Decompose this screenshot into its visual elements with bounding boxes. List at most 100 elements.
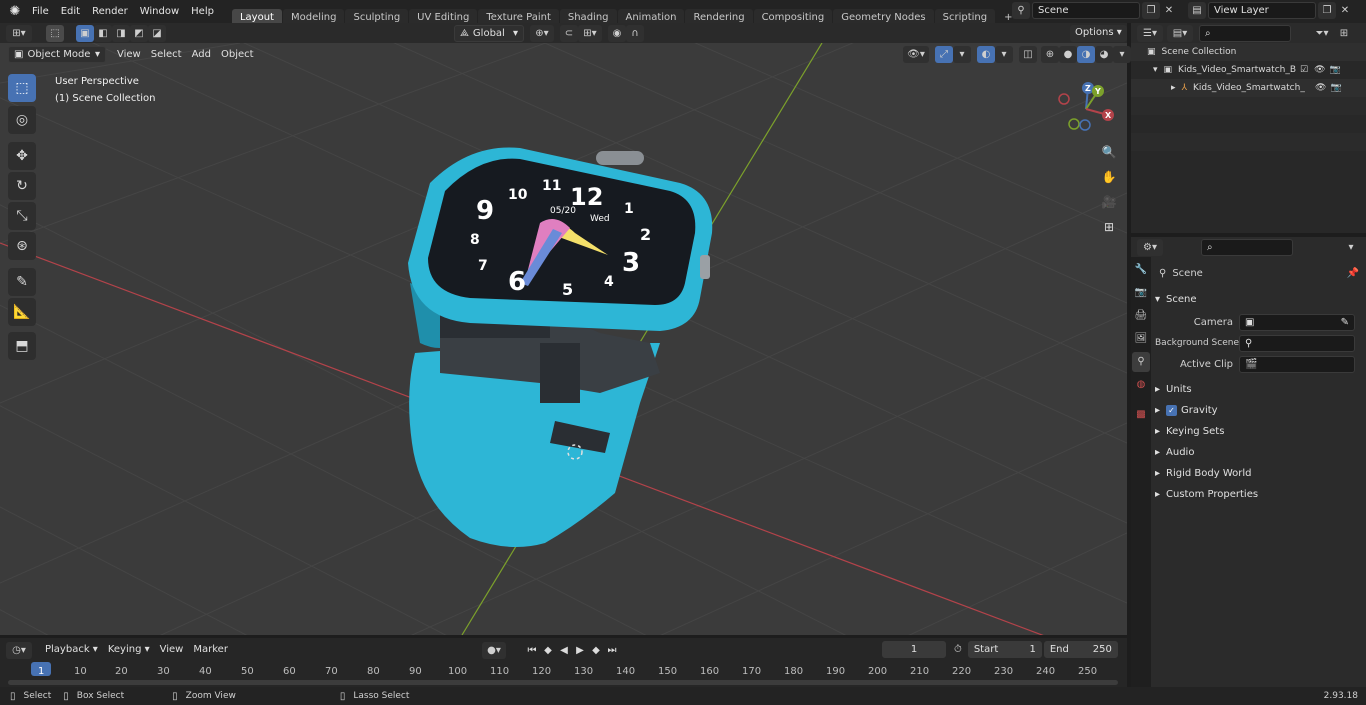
scene-name-field[interactable]: Scene: [1032, 2, 1140, 19]
view-layer-tab-icon[interactable]: 🖼: [1132, 329, 1150, 349]
properties-search-input[interactable]: ⌕: [1201, 238, 1293, 256]
menu-view[interactable]: View: [112, 47, 146, 63]
close-view-layer-icon[interactable]: ✕: [1336, 2, 1354, 19]
properties-editor-icon[interactable]: ⚙▾: [1137, 238, 1163, 256]
properties-options-icon[interactable]: ▾: [1342, 239, 1360, 256]
frame-ruler[interactable]: 1 10 20 30 40 50 60 70 80 90 100 110 120…: [0, 638, 1127, 687]
keying-sets-panel-header[interactable]: ▸ Keying Sets: [1155, 421, 1361, 442]
outliner-search-input[interactable]: ⌕: [1199, 24, 1291, 42]
select-new-icon[interactable]: ▣: [76, 25, 94, 42]
render-camera-icon[interactable]: 📷: [1330, 79, 1341, 97]
gizmo-toggle-icon[interactable]: ⤢: [935, 46, 953, 63]
camera-field[interactable]: ▣ ✎: [1239, 314, 1355, 331]
render-tab-icon[interactable]: 📷: [1132, 283, 1150, 303]
expand-arrow-icon[interactable]: ▾: [1153, 61, 1158, 79]
solid-shading-icon[interactable]: ●: [1059, 46, 1077, 63]
render-camera-icon[interactable]: 📷: [1330, 61, 1341, 79]
timeline-scrollbar[interactable]: [8, 680, 1118, 685]
3d-viewport[interactable]: 12 1 2 3 4 5 6 7 8 9 10 11 05/20 Wed Use…: [0, 43, 1127, 635]
snap-icon[interactable]: ⊂: [560, 25, 578, 42]
move-tool[interactable]: ✥: [8, 142, 36, 170]
rendered-shading-icon[interactable]: ◕: [1095, 46, 1113, 63]
add-cube-tool[interactable]: ⬒: [8, 332, 36, 360]
audio-panel-header[interactable]: ▸ Audio: [1155, 442, 1361, 463]
menu-edit[interactable]: Edit: [55, 0, 86, 23]
rotate-tool[interactable]: ↻: [8, 172, 36, 200]
proportional-edit-icon[interactable]: ◉: [608, 25, 626, 42]
menu-file[interactable]: File: [26, 0, 55, 23]
new-collection-icon[interactable]: ⊞: [1335, 25, 1353, 42]
transform-orientation-dropdown[interactable]: ⟁ Global ▾: [454, 25, 524, 42]
eye-icon[interactable]: 👁: [1314, 61, 1325, 79]
menu-render[interactable]: Render: [86, 0, 134, 23]
exclude-checkbox[interactable]: ☑: [1300, 61, 1308, 79]
select-subtract-icon[interactable]: ◨: [112, 25, 130, 42]
expand-arrow-icon[interactable]: ▸: [1171, 79, 1176, 97]
units-panel-header[interactable]: ▸ Units: [1155, 379, 1361, 400]
zoom-icon[interactable]: 🔍: [1098, 141, 1120, 163]
active-clip-field[interactable]: 🎬: [1239, 356, 1355, 373]
close-scene-icon[interactable]: ✕: [1160, 2, 1178, 19]
output-tab-icon[interactable]: 🖨: [1132, 306, 1150, 326]
select-intersect-icon[interactable]: ◪: [148, 25, 166, 42]
material-shading-icon[interactable]: ◑: [1077, 46, 1095, 63]
background-scene-field[interactable]: ⚲: [1239, 335, 1355, 352]
gravity-panel-header[interactable]: ▸ ✓ Gravity: [1155, 400, 1361, 421]
scene-icon[interactable]: ⚲: [1012, 2, 1030, 19]
outliner-editor-icon[interactable]: ☰▾: [1137, 24, 1163, 42]
outliner-item-object[interactable]: ▸ ⅄ Kids_Video_Smartwatch_ 👁 📷: [1131, 79, 1366, 97]
scale-tool[interactable]: ⤡: [8, 202, 36, 230]
frame-tick: 200: [868, 666, 888, 677]
options-dropdown[interactable]: Options ▾: [1070, 25, 1127, 42]
ortho-grid-icon[interactable]: ⊞: [1098, 216, 1120, 238]
transform-tool[interactable]: ⊛: [8, 232, 36, 260]
falloff-icon[interactable]: ∩: [626, 25, 644, 42]
custom-properties-panel-header[interactable]: ▸ Custom Properties: [1155, 484, 1361, 505]
cursor-tool[interactable]: ◎: [8, 106, 36, 134]
editor-type-icon[interactable]: ⊞▾: [6, 25, 32, 42]
measure-tool[interactable]: 📐: [8, 298, 36, 326]
copy-scene-icon[interactable]: ❐: [1142, 2, 1160, 19]
texture-tab-icon[interactable]: ▩: [1132, 405, 1150, 425]
menu-help[interactable]: Help: [185, 0, 220, 23]
gravity-checkbox[interactable]: ✓: [1166, 405, 1178, 416]
eyedropper-icon[interactable]: ✎: [1341, 315, 1349, 330]
object-mode-dropdown[interactable]: ▣ Object Mode ▾: [8, 46, 106, 63]
display-mode-icon[interactable]: ▤▾: [1167, 24, 1193, 42]
menu-select[interactable]: Select: [146, 47, 187, 63]
visibility-icon[interactable]: 👁▾: [903, 46, 929, 63]
overlay-dropdown-icon[interactable]: ▾: [995, 46, 1013, 63]
select-box-tool[interactable]: ⬚: [8, 74, 36, 102]
annotate-tool[interactable]: ✎: [8, 268, 36, 296]
snap-target-icon[interactable]: ⊞▾: [578, 25, 602, 42]
navigation-gizmo[interactable]: Z Y X: [1052, 79, 1122, 139]
camera-view-icon[interactable]: 🎥: [1098, 191, 1120, 213]
xray-icon[interactable]: ◫: [1019, 46, 1037, 63]
select-tool-icon[interactable]: ⬚: [46, 25, 64, 42]
pin-icon[interactable]: 📌: [1347, 268, 1359, 279]
menu-window[interactable]: Window: [134, 0, 185, 23]
view-layer-icon[interactable]: ▤: [1188, 2, 1206, 19]
blender-logo-icon[interactable]: ✺: [4, 0, 26, 23]
scene-panel-header[interactable]: ▾ Scene: [1155, 289, 1361, 310]
pivot-point-icon[interactable]: ⊕▾: [530, 25, 554, 42]
world-tab-icon[interactable]: ◍: [1132, 375, 1150, 395]
wireframe-shading-icon[interactable]: ⊕: [1041, 46, 1059, 63]
scene-tab-icon[interactable]: ⚲: [1132, 352, 1150, 372]
view-layer-field[interactable]: View Layer: [1208, 2, 1316, 19]
rigid-body-world-panel-header[interactable]: ▸ Rigid Body World: [1155, 463, 1361, 484]
outliner-root[interactable]: ▣ Scene Collection: [1131, 43, 1366, 61]
overlay-toggle-icon[interactable]: ◐: [977, 46, 995, 63]
select-invert-icon[interactable]: ◩: [130, 25, 148, 42]
eye-icon[interactable]: 👁: [1315, 79, 1326, 97]
outliner-item-collection[interactable]: ▾ ▣ Kids_Video_Smartwatch_Blue ☑ 👁 📷: [1131, 61, 1366, 79]
menu-object[interactable]: Object: [216, 47, 259, 63]
select-extend-icon[interactable]: ◧: [94, 25, 112, 42]
copy-view-layer-icon[interactable]: ❐: [1318, 2, 1336, 19]
pan-hand-icon[interactable]: ✋: [1098, 166, 1120, 188]
tool-tab-icon[interactable]: 🔧: [1132, 260, 1150, 280]
menu-add[interactable]: Add: [187, 47, 216, 63]
filter-icon[interactable]: ⏷▾: [1309, 25, 1335, 42]
shading-dropdown-icon[interactable]: ▾: [1113, 46, 1131, 63]
gizmo-dropdown-icon[interactable]: ▾: [953, 46, 971, 63]
